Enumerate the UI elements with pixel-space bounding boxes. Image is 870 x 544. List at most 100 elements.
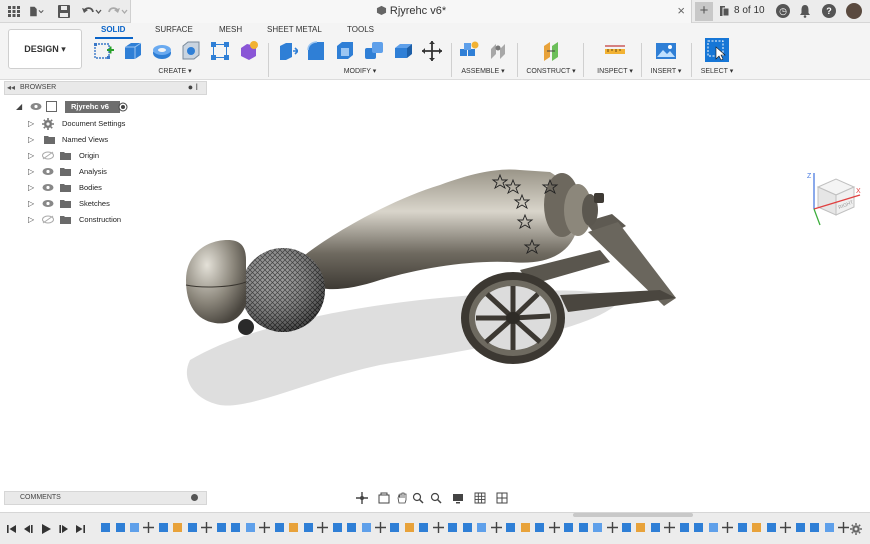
timeline-feature-icon[interactable] <box>462 522 473 533</box>
timeline-feature-icon[interactable] <box>172 522 183 533</box>
notifications-icon[interactable] <box>799 4 811 18</box>
undo-icon[interactable] <box>80 4 102 19</box>
timeline-feature-icon[interactable] <box>578 522 589 533</box>
timeline-feature-icon[interactable] <box>592 522 603 533</box>
timeline-feature-icon[interactable] <box>505 522 516 533</box>
expand-triangle-icon[interactable]: ▷ <box>28 215 34 224</box>
hole-icon[interactable] <box>180 40 202 62</box>
timeline-feature-icon[interactable] <box>158 522 169 533</box>
browser-item[interactable]: ▷ Document Settings <box>4 117 207 131</box>
display-settings-icon[interactable] <box>452 492 464 504</box>
timeline-settings-icon[interactable] <box>850 523 862 535</box>
timeline-feature-icon[interactable] <box>548 522 560 533</box>
collapse-browser-icon[interactable]: ◂◂ <box>7 83 15 92</box>
comments-panel[interactable]: COMMENTS <box>4 491 207 505</box>
visibility-eye-icon[interactable] <box>42 199 54 208</box>
timeline-feature-icon[interactable] <box>100 522 111 533</box>
timeline-feature-icon[interactable] <box>187 522 198 533</box>
timeline-feature-icon[interactable] <box>751 522 762 533</box>
viewcube[interactable]: Z X RIGHT <box>798 169 864 231</box>
offset-face-icon[interactable] <box>392 40 414 62</box>
hidden-eye-icon[interactable] <box>42 215 54 224</box>
timeline-feature-icon[interactable] <box>374 522 386 533</box>
timeline-feature-icon[interactable] <box>115 522 126 533</box>
browser-root-row[interactable]: ◢ Rjyrehc v6 <box>4 100 207 114</box>
assemble-menu[interactable]: ASSEMBLE ▾ <box>460 67 506 75</box>
timeline-feature-icon[interactable] <box>679 522 690 533</box>
job-status-icon[interactable]: ◷ <box>776 4 790 18</box>
zoom-icon[interactable] <box>430 492 442 504</box>
measure-icon[interactable] <box>604 40 626 62</box>
expand-triangle-icon[interactable]: ▷ <box>28 119 34 128</box>
joint-icon[interactable] <box>487 40 509 62</box>
viewports-icon[interactable] <box>496 492 508 504</box>
timeline-feature-icon[interactable] <box>332 522 343 533</box>
timeline-feature-icon[interactable] <box>303 522 314 533</box>
visibility-eye-icon[interactable] <box>42 167 54 176</box>
activate-radio-icon[interactable] <box>118 102 128 112</box>
timeline-feature-icon[interactable] <box>737 522 748 533</box>
timeline-feature-icon[interactable] <box>621 522 632 533</box>
timeline-feature-icon[interactable] <box>143 522 155 533</box>
expand-triangle-icon[interactable]: ▷ <box>28 135 34 144</box>
tab-mesh[interactable]: MESH <box>219 25 242 34</box>
help-icon[interactable]: ? <box>822 4 836 18</box>
timeline-feature-icon[interactable] <box>346 522 357 533</box>
browser-item[interactable]: ▷ Bodies <box>4 181 207 195</box>
browser-item[interactable]: ▷ Construction <box>4 213 207 227</box>
step-forward-icon[interactable] <box>58 524 68 534</box>
timeline-feature-icon[interactable] <box>650 522 661 533</box>
hidden-eye-icon[interactable] <box>42 151 54 160</box>
pattern-icon[interactable] <box>209 40 231 62</box>
tab-solid[interactable]: SOLID <box>101 25 125 34</box>
timeline-feature-icon[interactable] <box>708 522 719 533</box>
new-component-icon[interactable] <box>458 40 480 62</box>
step-back-icon[interactable] <box>24 524 34 534</box>
close-tab-icon[interactable]: × <box>677 3 685 18</box>
timeline-feature-icon[interactable] <box>288 522 299 533</box>
timeline-feature-icon[interactable] <box>824 522 835 533</box>
timeline-feature-icon[interactable] <box>490 522 502 533</box>
revolve-icon[interactable] <box>151 40 173 62</box>
timeline-feature-icon[interactable] <box>795 522 806 533</box>
timeline-feature-icon[interactable] <box>129 522 140 533</box>
construct-menu[interactable]: CONSTRUCT ▾ <box>525 67 577 75</box>
collapse-triangle-icon[interactable]: ◢ <box>16 102 22 111</box>
timeline-feature-icon[interactable] <box>766 522 777 533</box>
workspace-switcher[interactable]: DESIGN ▾ <box>8 29 82 69</box>
create-form-icon[interactable] <box>238 40 260 62</box>
new-tab-button[interactable]: + <box>695 2 713 21</box>
browser-header[interactable]: ◂◂ BROWSER ● ǀ <box>4 81 207 95</box>
timeline-feature-icon[interactable] <box>476 522 487 533</box>
visibility-eye-icon[interactable] <box>42 183 54 192</box>
tab-tools[interactable]: TOOLS <box>347 25 374 34</box>
browser-item[interactable]: ▷ Sketches <box>4 197 207 211</box>
create-menu[interactable]: CREATE ▾ <box>150 67 200 75</box>
visibility-eye-icon[interactable] <box>30 102 42 111</box>
insert-image-icon[interactable] <box>655 40 677 62</box>
version-count[interactable]: 8 of 10 <box>734 5 765 16</box>
expand-triangle-icon[interactable]: ▷ <box>28 151 34 160</box>
browser-item[interactable]: ▷ Analysis <box>4 165 207 179</box>
modify-menu[interactable]: MODIFY ▾ <box>335 67 385 75</box>
timeline-feature-icon[interactable] <box>838 522 849 533</box>
offset-plane-icon[interactable] <box>540 40 562 62</box>
file-menu-icon[interactable] <box>28 4 44 19</box>
browser-item[interactable]: ▷ Origin <box>4 149 207 163</box>
move-copy-icon[interactable] <box>421 40 443 62</box>
browser-item[interactable]: ▷ Named Views <box>4 133 207 147</box>
play-icon[interactable] <box>41 524 51 534</box>
expand-triangle-icon[interactable]: ▷ <box>28 183 34 192</box>
inspect-menu[interactable]: INSPECT ▾ <box>594 67 636 75</box>
grid-icon[interactable] <box>474 492 486 504</box>
timeline-feature-icon[interactable] <box>274 522 285 533</box>
redo-icon[interactable] <box>106 4 128 19</box>
timeline-feature-icon[interactable] <box>606 522 618 533</box>
timeline-feature-icon[interactable] <box>201 522 213 533</box>
browser-pin-icon[interactable]: ● ǀ <box>188 82 198 92</box>
expand-triangle-icon[interactable]: ▷ <box>28 199 34 208</box>
select-menu[interactable]: SELECT ▾ <box>698 67 736 75</box>
timeline-feature-icon[interactable] <box>432 522 444 533</box>
create-sketch-icon[interactable] <box>93 40 115 62</box>
document-tab[interactable]: Rjyrehc v6* × <box>130 0 692 23</box>
